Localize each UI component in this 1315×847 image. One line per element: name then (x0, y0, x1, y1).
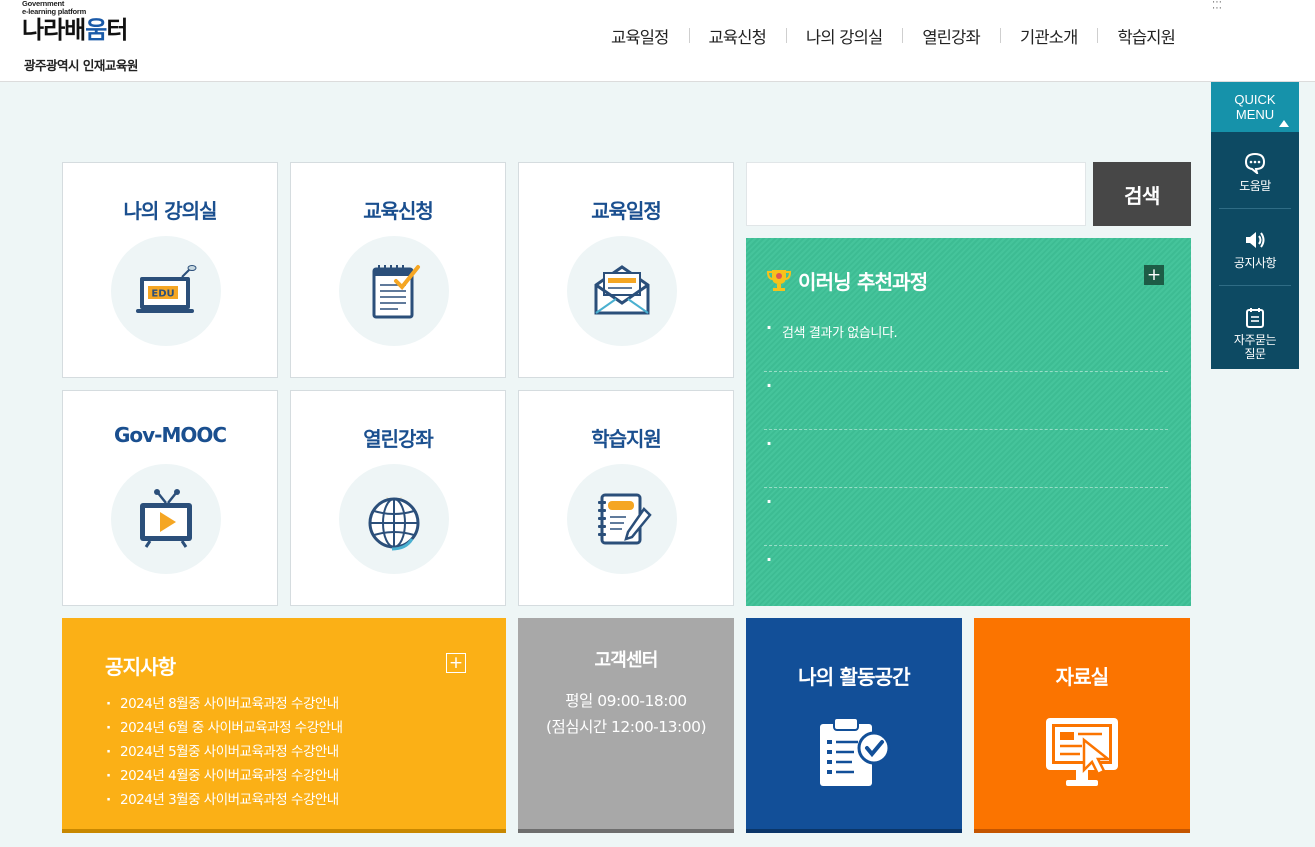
trophy-icon (766, 270, 792, 291)
quick-item-faq[interactable]: 자주묻는 질문 (1219, 286, 1291, 363)
quick-item-label: 도움말 (1239, 179, 1271, 193)
tile-title: 열린강좌 (363, 427, 434, 451)
recommended-title: 이러닝 추천과정 (798, 270, 928, 294)
customer-center-panel: 고객센터 평일 09:00-18:00 (점심시간 12:00-13:00) (518, 618, 734, 833)
tile-learning-support[interactable]: 학습지원 (518, 390, 734, 606)
customer-hours-lunch: (점심시간 12:00-13:00) (546, 718, 707, 736)
notice-title: 공지사항 (105, 655, 176, 679)
edu-laptop-icon: EDU (136, 265, 197, 313)
nav-item-open-lecture[interactable]: 열린강좌 (902, 24, 1000, 48)
quick-item-label-2: 질문 (1244, 347, 1266, 361)
main-nav: 교육일정 교육신청 나의 강의실 열린강좌 기관소개 학습지원 (591, 24, 1195, 48)
org-name: 광주광역시 인재교육원 (24, 58, 138, 73)
tile-my-classroom[interactable]: 나의 강의실 EDU (62, 162, 278, 378)
recommended-more-button[interactable]: + (1144, 265, 1164, 285)
nav-item-about[interactable]: 기관소개 (999, 24, 1098, 48)
list-item[interactable] (764, 430, 1168, 488)
logo-tagline-2: e-learning platform (22, 7, 87, 16)
site-logo[interactable]: Government e-learning platform 나라배움터 광주광… (22, 0, 138, 73)
quick-item-help[interactable]: 도움말 (1219, 132, 1291, 209)
my-activity-button[interactable]: 나의 활동공간 (746, 618, 962, 833)
list-item[interactable]: 2024년 6월 중 사이버교육과정 수강안내 (106, 716, 343, 740)
nav-item-my-classroom[interactable]: 나의 강의실 (786, 24, 902, 48)
chat-bubble-icon (1244, 152, 1266, 174)
nav-item-apply[interactable]: 교육신청 (688, 24, 787, 48)
quick-item-label: 공지사항 (1233, 256, 1277, 270)
archive-title: 자료실 (1055, 665, 1110, 689)
triangle-up-icon (1279, 120, 1289, 127)
monitor-cursor-icon (1046, 718, 1118, 786)
clipboard-check-icon (820, 717, 891, 786)
list-item[interactable] (764, 488, 1168, 546)
customer-hours-weekday: 평일 09:00-18:00 (565, 692, 687, 710)
svg-text:EDU: EDU (151, 289, 174, 300)
recommended-courses-panel: 이러닝 추천과정 + 검색 결과가 없습니다. (746, 238, 1191, 606)
tile-title: Gov-MOOC (113, 423, 227, 447)
quick-item-label: 자주묻는 (1233, 333, 1277, 347)
tile-title: 교육신청 (363, 199, 434, 223)
tile-title: 교육일정 (591, 199, 662, 223)
tile-course-schedule[interactable]: 교육일정 (518, 162, 734, 378)
my-activity-title: 나의 활동공간 (798, 665, 911, 689)
archive-button[interactable]: 자료실 (974, 618, 1190, 833)
speaker-icon (1246, 232, 1265, 248)
list-item[interactable]: 2024년 5월중 사이버교육과정 수강안내 (106, 740, 343, 764)
list-item[interactable]: 2024년 8월중 사이버교육과정 수강안내 (106, 692, 343, 716)
sitemap-grid-icon[interactable]: ⋯ ⋯ (1212, 0, 1223, 14)
tile-title: 나의 강의실 (123, 199, 218, 223)
quick-menu: QUICK MENU 도움말 공지사항 자주묻는 질문 (1211, 82, 1299, 369)
envelope-letter-icon (594, 265, 650, 315)
notepad-check-icon (372, 265, 420, 319)
faq-note-icon (1246, 308, 1264, 328)
list-item[interactable]: 2024년 3월중 사이버교육과정 수강안내 (106, 788, 343, 812)
recommended-list: 검색 결과가 없습니다. (764, 314, 1168, 604)
logo-wordmark: 나라배움터 (22, 16, 128, 44)
search-button[interactable]: 검색 (1093, 162, 1191, 226)
globe-icon (368, 495, 420, 551)
tile-course-apply[interactable]: 교육신청 (290, 162, 506, 378)
list-item[interactable] (764, 546, 1168, 604)
list-item[interactable] (764, 372, 1168, 430)
tv-play-icon (140, 489, 192, 548)
quick-menu-toggle[interactable]: QUICK MENU (1211, 82, 1299, 132)
customer-center-title: 고객센터 (594, 650, 658, 671)
nav-item-learning-support[interactable]: 학습지원 (1097, 24, 1195, 48)
site-header: Government e-learning platform 나라배움터 광주광… (0, 0, 1315, 82)
notice-list: 2024년 8월중 사이버교육과정 수강안내 2024년 6월 중 사이버교육과… (106, 692, 343, 812)
notice-more-button[interactable]: + (446, 653, 466, 673)
tile-title: 학습지원 (591, 427, 662, 451)
notebook-pen-icon (598, 493, 652, 545)
list-item[interactable]: 검색 결과가 없습니다. (764, 314, 1168, 372)
tile-gov-mooc[interactable]: Gov-MOOC (62, 390, 278, 606)
notice-panel: 공지사항 + 2024년 8월중 사이버교육과정 수강안내 2024년 6월 중… (62, 618, 506, 833)
quick-item-notice[interactable]: 공지사항 (1219, 209, 1291, 286)
list-item[interactable]: 2024년 4월중 사이버교육과정 수강안내 (106, 764, 343, 788)
search-input[interactable] (746, 162, 1086, 226)
tile-open-lecture[interactable]: 열린강좌 (290, 390, 506, 606)
nav-item-schedule[interactable]: 교육일정 (591, 24, 689, 48)
